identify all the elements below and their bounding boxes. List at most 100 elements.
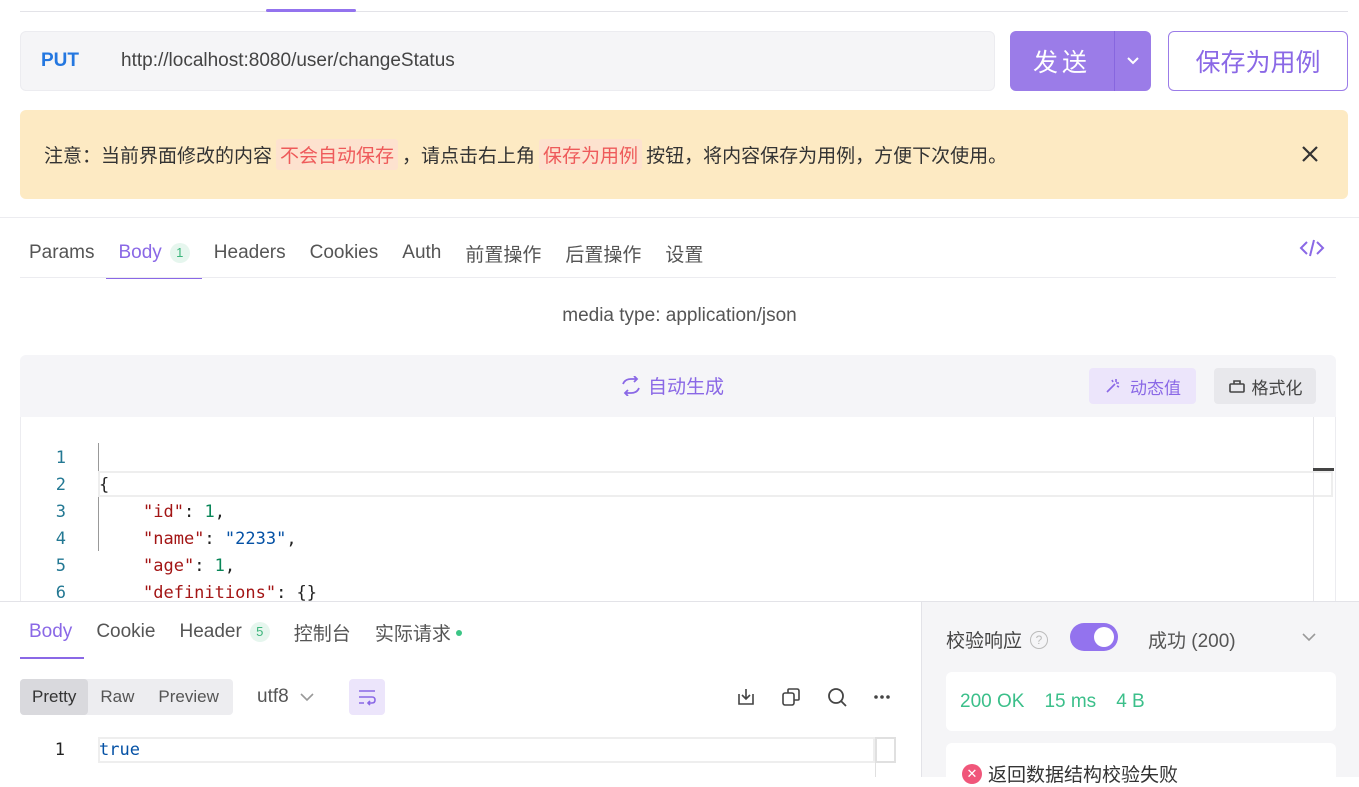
json-trail: , xyxy=(286,529,297,549)
scrollbar-marker xyxy=(1313,468,1334,471)
validate-label-text: 校验响应 xyxy=(946,631,1023,652)
validation-error-text: 返回数据结构校验失败 xyxy=(988,765,1179,786)
response-scroll-track xyxy=(875,763,876,777)
download-icon[interactable] xyxy=(735,686,757,708)
status-code: 200 OK xyxy=(960,690,1025,712)
wrap-icon xyxy=(359,690,376,706)
notice-suffix: 按钮，将内容保存为用例，方便下次使用。 xyxy=(646,146,1008,167)
notice-highlight-2: 保存为用例 xyxy=(539,139,643,170)
search-icon[interactable] xyxy=(826,686,848,708)
indent-guide xyxy=(98,443,99,551)
media-type-label: media type: application/json xyxy=(562,305,797,326)
auto-generate-label: 自动生成 xyxy=(648,377,725,398)
body-editor[interactable]: 1 { 2 "id": 1, 3 "name": "2233", 4 "age"… xyxy=(20,417,1336,630)
magic-wand-icon xyxy=(1106,379,1120,393)
tab-body-label: Body xyxy=(118,242,162,263)
tab-actual-request-label: 实际请求 xyxy=(374,623,451,645)
format-label: 格式化 xyxy=(1251,378,1303,398)
encoding-value: utf8 xyxy=(257,686,289,707)
dynamic-value-label: 动态值 xyxy=(1130,378,1181,398)
url-input[interactable]: http://localhost:8080/user/changeStatus xyxy=(101,50,455,72)
response-size: 4 B xyxy=(1116,690,1145,712)
view-preview[interactable]: Preview xyxy=(146,679,230,715)
send-label[interactable]: 发送 xyxy=(1010,43,1114,79)
format-button[interactable]: 格式化 xyxy=(1214,368,1316,404)
tab-actual-request[interactable]: 实际请求 xyxy=(363,605,474,659)
json-key: "age" xyxy=(143,556,195,576)
tab-auth[interactable]: Auth xyxy=(390,228,453,278)
tab-body-badge: 1 xyxy=(169,243,190,263)
response-scrollbar[interactable] xyxy=(875,737,896,763)
code-line: 5 "definitions": {} xyxy=(21,526,317,603)
error-icon: ✕ xyxy=(962,763,982,784)
copy-icon[interactable] xyxy=(780,686,802,708)
code-line: 1 { xyxy=(21,418,110,495)
json-key: "definitions" xyxy=(143,583,277,603)
tabs-divider xyxy=(20,277,1336,278)
request-tabs: Params Body 1 Headers Cookies Auth 前置操作 … xyxy=(20,228,715,279)
current-line-highlight xyxy=(98,737,875,763)
encoding-select[interactable]: utf8 xyxy=(257,686,315,708)
auto-generate-button[interactable]: 自动生成 xyxy=(620,372,724,399)
json-key: "name" xyxy=(143,529,205,549)
send-button[interactable]: 发送 xyxy=(1010,31,1151,91)
url-bar[interactable]: PUT http://localhost:8080/user/changeSta… xyxy=(20,31,995,91)
tab-settings[interactable]: 设置 xyxy=(653,228,715,278)
tab-pre-actions[interactable]: 前置操作 xyxy=(453,228,553,278)
close-icon[interactable] xyxy=(1298,142,1322,166)
tab-response-cookie[interactable]: Cookie xyxy=(84,605,167,659)
chevron-down-icon xyxy=(300,693,314,702)
validation-result-select[interactable]: 成功 (200) xyxy=(1148,626,1236,653)
status-dot xyxy=(455,630,462,636)
method-select[interactable]: PUT xyxy=(21,50,101,72)
code-line: 3 "name": "2233", xyxy=(21,472,297,549)
code-icon[interactable] xyxy=(1299,237,1325,259)
tab-response-header-label: Header xyxy=(179,621,242,642)
json-value: {} xyxy=(296,583,318,603)
help-icon[interactable]: ? xyxy=(1030,630,1049,649)
tab-response-body[interactable]: Body xyxy=(20,605,85,659)
validate-response-label: 校验响应 ? xyxy=(946,626,1049,653)
validation-error: ✕ 返回数据结构校验失败 xyxy=(962,760,1178,787)
json-trail: , xyxy=(224,556,236,576)
tab-post-actions[interactable]: 后置操作 xyxy=(553,228,653,278)
json-value: 1 xyxy=(204,502,215,522)
response-stats: 200 OK 15 ms 4 B xyxy=(946,672,1336,731)
tab-body[interactable]: Body 1 xyxy=(106,228,203,279)
json-value: 1 xyxy=(214,556,225,576)
active-tab-indicator xyxy=(266,9,356,12)
tab-response-header[interactable]: Header 5 xyxy=(167,605,281,659)
code-line: 2 "id": 1, xyxy=(21,445,225,522)
line-number: 1 xyxy=(54,740,65,760)
response-time: 15 ms xyxy=(1044,690,1097,712)
view-mode-segmented: Pretty Raw Preview xyxy=(20,679,233,715)
save-as-case-button[interactable]: 保存为用例 xyxy=(1168,31,1348,91)
chevron-down-icon[interactable] xyxy=(1300,628,1318,646)
word-wrap-button[interactable] xyxy=(349,679,385,715)
refresh-icon xyxy=(622,375,640,396)
toggle-knob xyxy=(1094,627,1114,647)
more-icon[interactable] xyxy=(871,686,893,708)
json-trail: , xyxy=(214,502,225,522)
tab-params[interactable]: Params xyxy=(20,228,106,278)
view-pretty[interactable]: Pretty xyxy=(20,679,89,715)
tab-headers[interactable]: Headers xyxy=(202,228,298,278)
top-divider xyxy=(20,11,1348,12)
notice-prefix: 注意：当前界面修改的内容 xyxy=(44,146,273,167)
response-body-text: true xyxy=(99,740,140,760)
json-value: "2233" xyxy=(224,529,287,549)
chevron-down-icon[interactable] xyxy=(1115,56,1151,66)
dynamic-value-button[interactable]: 动态值 xyxy=(1089,368,1196,404)
tab-console[interactable]: 控制台 xyxy=(282,605,363,659)
json-key: "id" xyxy=(143,502,184,522)
section-divider xyxy=(0,217,1359,218)
response-tabs: Body Cookie Header 5 控制台 实际请求 xyxy=(20,605,474,659)
editor-scrollbar[interactable] xyxy=(1313,417,1314,601)
tab-cookies[interactable]: Cookies xyxy=(298,228,391,278)
tab-response-header-badge: 5 xyxy=(249,622,270,642)
format-icon xyxy=(1228,380,1245,393)
code-line: 4 "age": 1, xyxy=(21,499,235,576)
view-raw[interactable]: Raw xyxy=(88,679,146,715)
code-line: 6 } xyxy=(21,553,110,630)
current-line-highlight xyxy=(98,471,1333,497)
